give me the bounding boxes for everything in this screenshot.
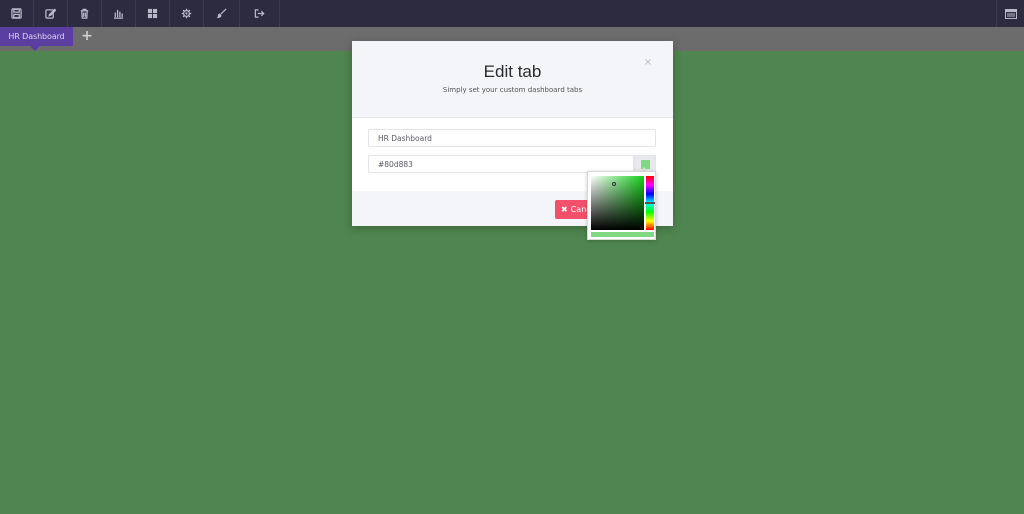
grid-icon [147,8,158,19]
modal-subtitle: Simply set your custom dashboard tabs [442,86,583,94]
logout-icon [254,9,265,18]
tab-name-input[interactable]: HR Dashboard [368,129,656,147]
save-icon [11,8,22,19]
add-tab-button[interactable]: + [80,29,94,43]
modal-title: Edit tab [483,62,542,81]
edit-icon [45,8,56,19]
settings-button[interactable] [170,0,204,27]
close-icon[interactable]: × [643,58,653,68]
color-preview-bar [591,232,654,237]
hue-handle[interactable] [645,202,655,204]
tab-hr-dashboard[interactable]: HR Dashboard [0,27,73,51]
tab-color-value: #80d883 [378,159,413,169]
charts-button[interactable] [102,0,136,27]
bar-chart-icon [113,9,124,19]
edit-button[interactable] [34,0,68,27]
color-picker-popup [587,167,656,240]
trash-icon [80,8,89,19]
saturation-area[interactable] [591,176,644,230]
logout-button[interactable] [240,0,280,27]
modal-header: Edit tab Simply set your custom dashboar… [352,41,673,118]
brush-icon [216,8,227,19]
tab-name-value: HR Dashboard [378,133,432,143]
layout-button[interactable] [136,0,170,27]
theme-button[interactable] [204,0,240,27]
delete-button[interactable] [68,0,102,27]
panel-icon [1004,8,1017,19]
gear-icon [181,8,192,19]
panel-toggle-button[interactable] [996,0,1024,27]
cancel-icon: ✖ [561,205,568,214]
save-button[interactable] [0,0,34,27]
tab-label: HR Dashboard [8,32,65,41]
top-toolbar [0,0,1024,27]
saturation-handle[interactable] [612,182,616,186]
